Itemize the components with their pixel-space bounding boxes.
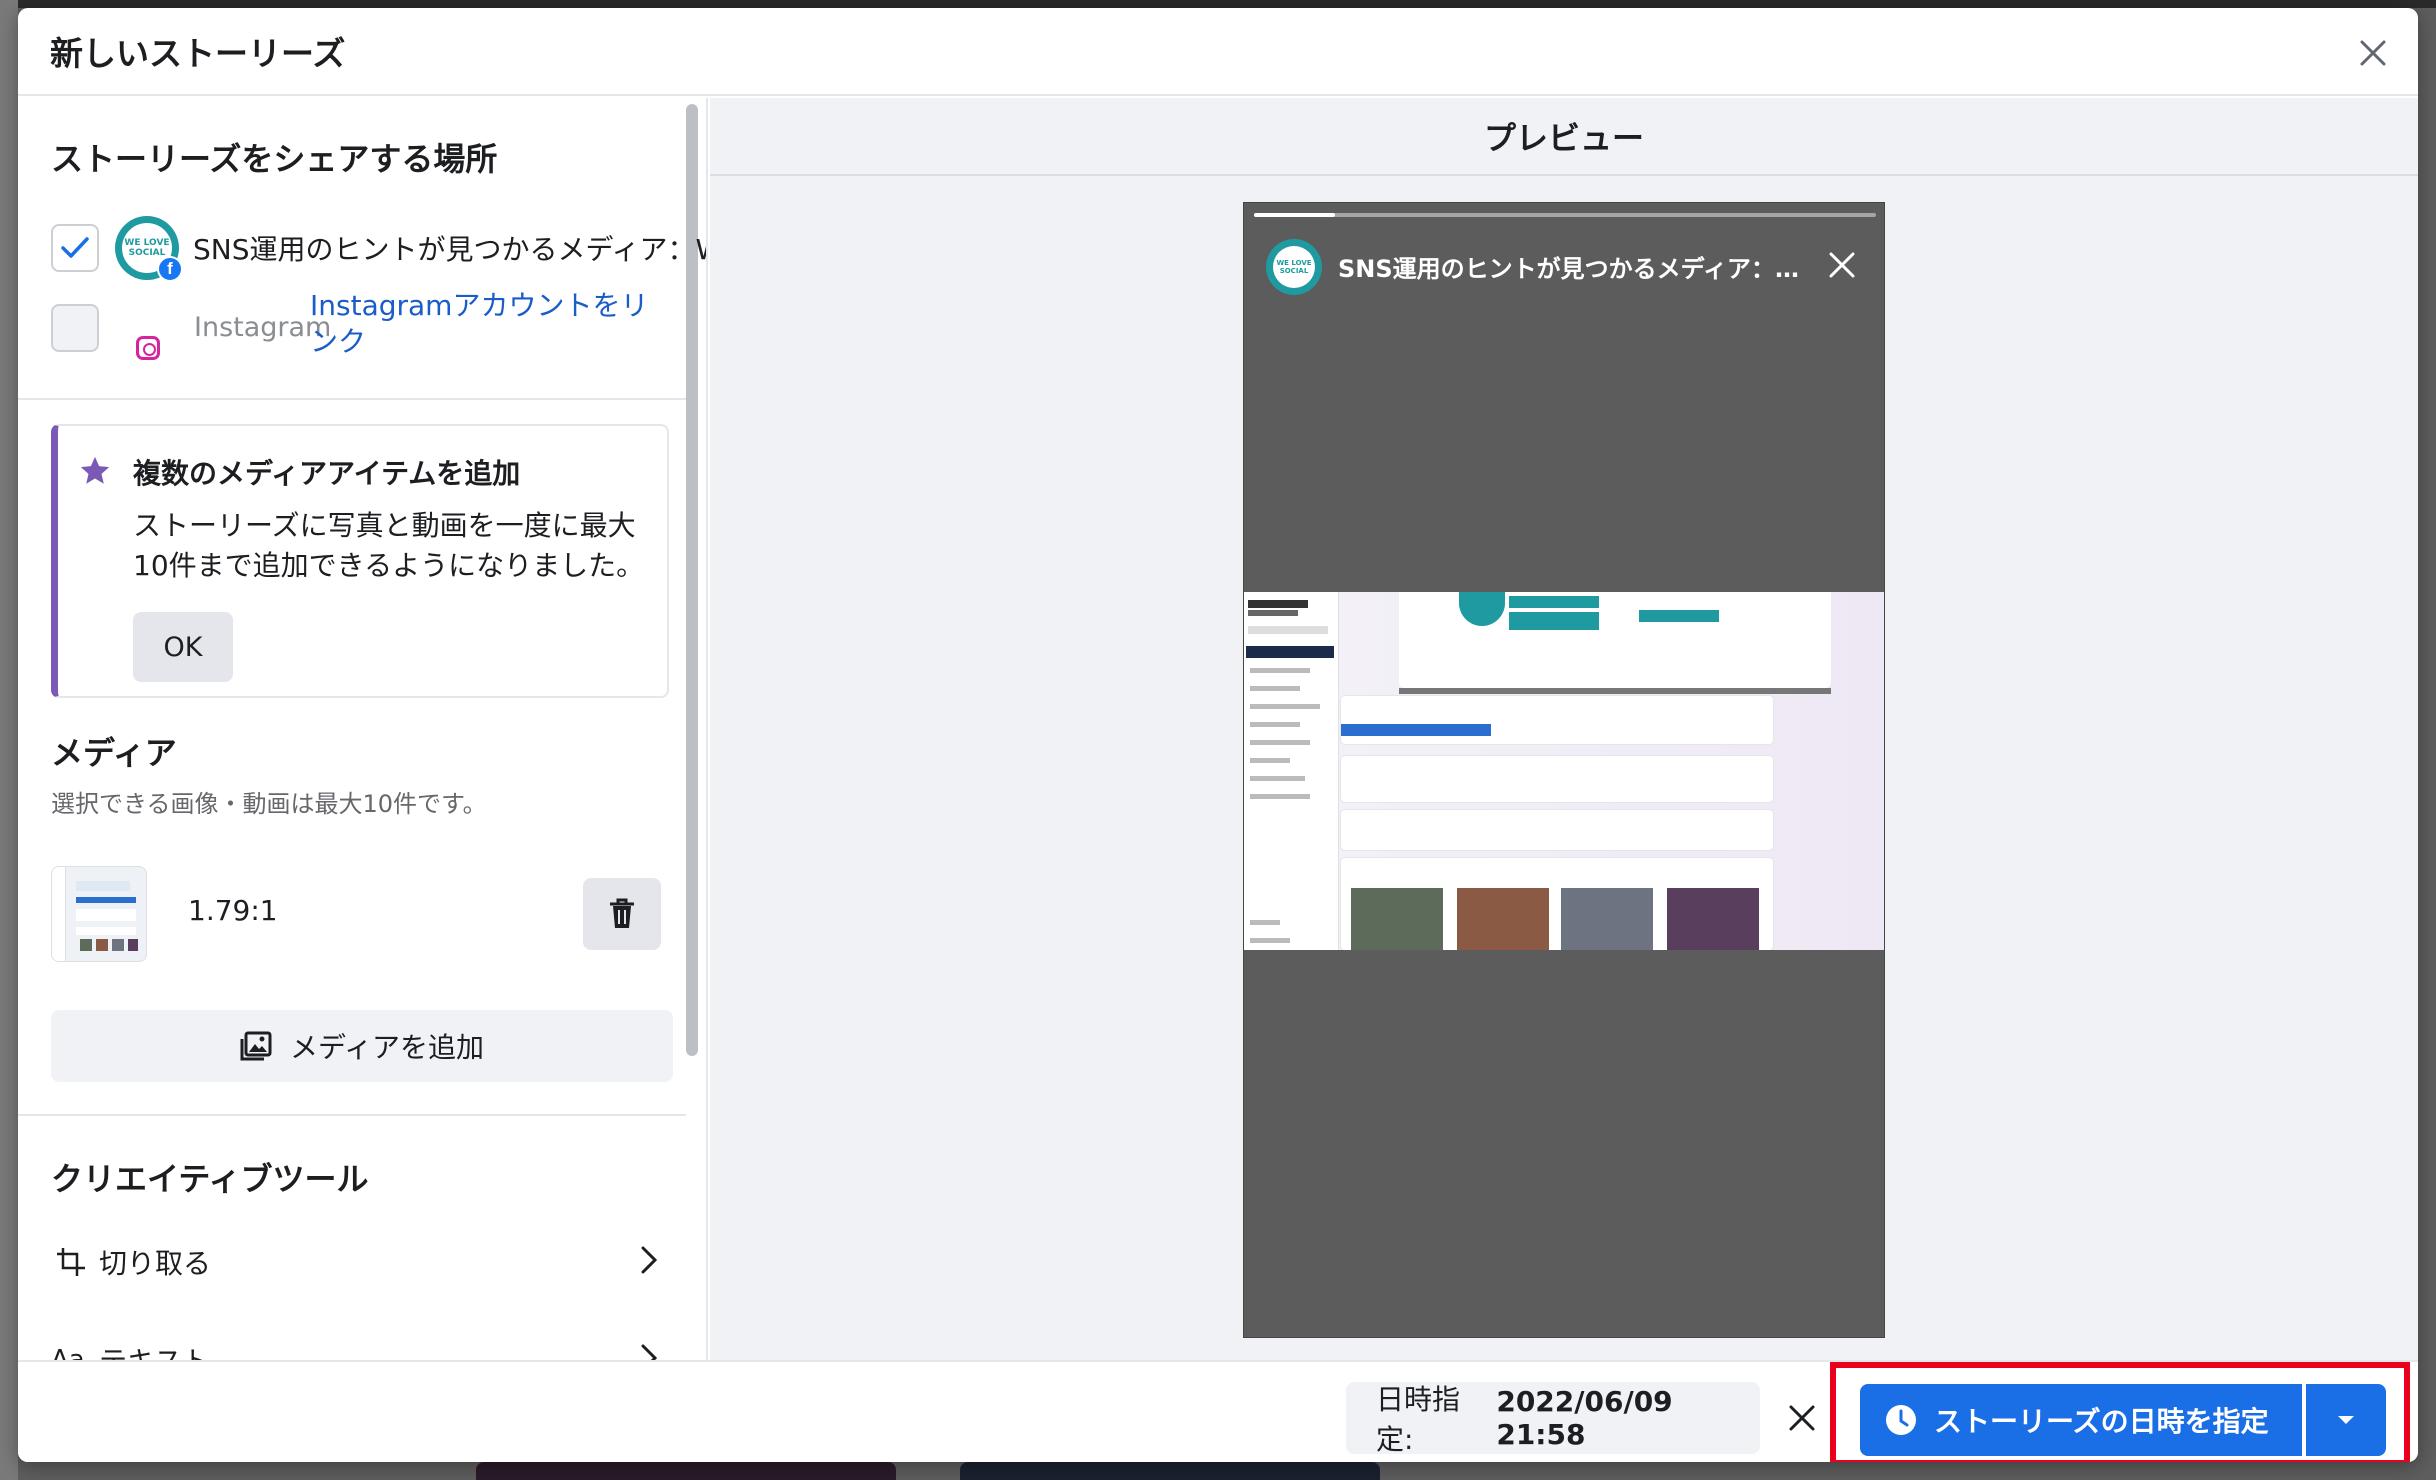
schedule-options-dropdown[interactable] bbox=[2306, 1384, 2386, 1456]
creative-tools-section: クリエイティブツール 切り取る Aa テキスト bbox=[18, 1114, 686, 1360]
close-icon bbox=[1829, 252, 1855, 278]
clock-icon bbox=[1886, 1405, 1916, 1435]
facebook-icon: f bbox=[157, 256, 183, 282]
crop-icon bbox=[57, 1248, 85, 1276]
tip-ok-button[interactable]: OK bbox=[133, 612, 233, 682]
modal-header: 新しいストーリーズ bbox=[18, 8, 2418, 96]
scheduled-time-chip[interactable]: 日時指定: 2022/06/09 21:58 bbox=[1346, 1382, 1760, 1456]
checkmark-icon bbox=[61, 237, 89, 258]
crop-tool-row[interactable]: 切り取る bbox=[51, 1232, 673, 1292]
close-icon bbox=[1789, 1405, 1815, 1431]
tip-title: 複数のメディアアイテムを追加 bbox=[133, 457, 521, 490]
story-progress-fill bbox=[1254, 213, 1335, 217]
settings-panel: ストーリーズをシェアする場所 WE LOVE SOCIAL f SNS運用のヒント… bbox=[18, 98, 708, 1360]
add-media-label: メディアを追加 bbox=[289, 1031, 485, 1064]
chevron-right-icon bbox=[641, 1246, 658, 1274]
media-item: 1.79:1 bbox=[51, 866, 661, 962]
media-section-subtitle: 選択できる画像・動画は最大10件です。 bbox=[51, 790, 487, 818]
add-media-button[interactable]: メディアを追加 bbox=[51, 1010, 673, 1082]
story-page-name: SNS運用のヒントが見つかるメディア：W... bbox=[1338, 255, 1808, 283]
schedule-story-label: ストーリーズの日時を指定 bbox=[1934, 1405, 2269, 1438]
story-preview: WE LOVE SOCIAL SNS運用のヒントが見つかるメディア：W... bbox=[1243, 202, 1885, 1338]
share-section-title: ストーリーズをシェアする場所 bbox=[51, 140, 498, 178]
tip-body: ストーリーズに写真と動画を一度に最大10件まで追加できるようになりました。 bbox=[133, 509, 645, 582]
media-aspect-ratio: 1.79:1 bbox=[188, 894, 278, 927]
preview-panel: プレビュー WE LOVE SOCIAL SNS運用のヒントが見つかるメディア：W… bbox=[710, 98, 2418, 1360]
facebook-account-name: SNS運用のヒントが見つかるメディア：W bbox=[193, 233, 708, 266]
caret-down-icon bbox=[2338, 1416, 2354, 1424]
schedule-value: 2022/06/09 21:58 bbox=[1496, 1385, 1673, 1451]
share-destinations-section: ストーリーズをシェアする場所 WE LOVE SOCIAL f SNS運用のヒント… bbox=[18, 98, 706, 400]
new-story-modal: 新しいストーリーズ ストーリーズをシェアする場所 WE LOVE SOCIAL f… bbox=[18, 8, 2418, 1462]
link-instagram-account-link[interactable]: Instagramアカウントをリンク bbox=[310, 288, 670, 360]
story-avatar: WE LOVE SOCIAL bbox=[1266, 239, 1322, 295]
delete-media-button[interactable] bbox=[583, 878, 661, 950]
background-block bbox=[476, 1462, 896, 1480]
add-photo-icon bbox=[240, 1031, 272, 1061]
story-media-image bbox=[1244, 592, 1884, 950]
text-tool-row[interactable]: Aa テキスト bbox=[51, 1330, 673, 1360]
background-block bbox=[960, 1462, 1380, 1480]
screenshot-main bbox=[1339, 592, 1884, 950]
text-icon: Aa bbox=[51, 1345, 85, 1360]
trash-icon bbox=[610, 898, 634, 928]
text-tool-label: テキスト bbox=[99, 1340, 210, 1360]
clear-schedule-button[interactable] bbox=[1774, 1390, 1830, 1446]
multi-media-tip-card: 複数のメディアアイテムを追加 ストーリーズに写真と動画を一度に最大10件まで追加… bbox=[51, 424, 669, 698]
schedule-story-button[interactable]: ストーリーズの日時を指定 bbox=[1860, 1384, 2302, 1456]
instagram-account-row bbox=[51, 304, 99, 352]
screenshot-banner bbox=[1399, 592, 1831, 688]
background-sidebar bbox=[0, 0, 18, 1480]
modal-footer: 日時指定: 2022/06/09 21:58 ストーリーズの日時を指定 bbox=[18, 1360, 2418, 1462]
we-love-social-logo: WE LOVE SOCIAL bbox=[1273, 246, 1315, 288]
chevron-right-icon bbox=[641, 1344, 658, 1360]
creative-tools-title: クリエイティブツール bbox=[51, 1160, 369, 1198]
crop-tool-label: 切り取る bbox=[99, 1247, 212, 1280]
star-icon bbox=[80, 456, 110, 484]
close-modal-button[interactable] bbox=[2350, 30, 2396, 76]
screenshot-sidebar bbox=[1244, 592, 1339, 950]
instagram-account-checkbox[interactable] bbox=[51, 304, 99, 352]
preview-title: プレビュー bbox=[710, 98, 2418, 176]
close-icon bbox=[2360, 40, 2386, 66]
media-section-title: メディア bbox=[51, 734, 177, 772]
facebook-account-checkbox[interactable] bbox=[51, 224, 99, 272]
page-avatar: WE LOVE SOCIAL f bbox=[115, 216, 183, 282]
modal-title: 新しいストーリーズ bbox=[50, 34, 346, 73]
facebook-account-row[interactable]: WE LOVE SOCIAL f SNS運用のヒントが見つかるメディア：W bbox=[51, 216, 708, 282]
media-thumbnail[interactable] bbox=[51, 866, 147, 962]
story-progress-bar bbox=[1254, 213, 1876, 217]
background-topbar bbox=[0, 0, 2436, 8]
instagram-icon bbox=[136, 336, 160, 360]
story-close-button bbox=[1820, 243, 1864, 287]
schedule-prefix: 日時指定: bbox=[1376, 1383, 1461, 1456]
